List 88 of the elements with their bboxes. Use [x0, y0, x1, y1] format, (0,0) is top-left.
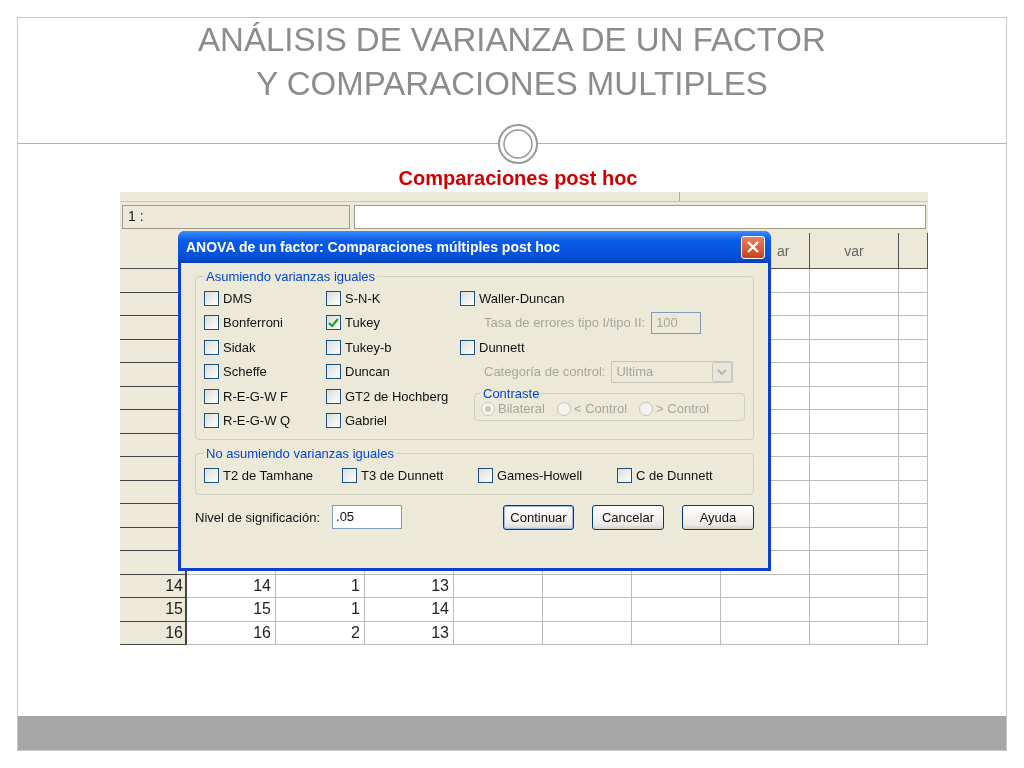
- checkbox[interactable]: [617, 467, 632, 483]
- table-cell: 16: [187, 621, 276, 645]
- table-cell: 1: [276, 574, 365, 598]
- row-number: 15: [120, 598, 187, 622]
- slide-title: ANÁLISIS DE VARIANZA DE UN FACTOR: [198, 20, 826, 60]
- table-cell: [899, 292, 928, 316]
- table-cell: [899, 480, 928, 504]
- checkbox-label: Tukey: [345, 315, 380, 331]
- checkbox[interactable]: [460, 339, 475, 355]
- checkbox-label: Scheffe: [223, 364, 267, 380]
- dialog-button[interactable]: Continuar: [503, 504, 574, 530]
- table-cell: [899, 527, 928, 551]
- checkbox[interactable]: [204, 388, 219, 404]
- table-cell: [899, 410, 928, 434]
- checkbox[interactable]: [326, 364, 341, 380]
- slide-title: Y COMPARACIONES MULTIPLES: [256, 64, 768, 104]
- table-cell: [899, 574, 928, 598]
- field-label: Tasa de errores tipo I/tipo II:: [484, 315, 646, 331]
- field-label: Categoría de control:: [484, 364, 606, 380]
- table-cell: 1: [276, 598, 365, 622]
- slide-subtitle: Comparaciones post hoc: [398, 166, 638, 190]
- checkbox-label: Duncan: [345, 364, 390, 380]
- table-cell: 14: [365, 598, 454, 622]
- table-cell: [899, 386, 928, 410]
- checkbox-label: Waller-Duncan: [479, 290, 565, 306]
- checkbox[interactable]: [326, 388, 341, 404]
- checkbox[interactable]: [204, 467, 219, 483]
- checkbox-label: R-E-G-W F: [223, 388, 288, 404]
- checkbox-label: Sidak: [223, 339, 256, 355]
- radio-label: > Control: [656, 401, 710, 416]
- cell-reference: 1 :: [122, 205, 350, 229]
- checkbox[interactable]: [478, 467, 493, 483]
- table-cell: [899, 363, 928, 387]
- table-cell: 13: [365, 621, 454, 645]
- cell-editor-field[interactable]: [354, 205, 926, 229]
- close-button[interactable]: [741, 235, 765, 259]
- table-cell: [899, 269, 928, 293]
- table-cell: 2: [276, 621, 365, 645]
- checkbox-label: T2 de Tamhane: [223, 467, 314, 483]
- checkbox-label: Dunnett: [479, 339, 525, 355]
- table-cell: [899, 504, 928, 528]
- checkbox[interactable]: [326, 315, 341, 331]
- radio-label: Bilateral: [498, 401, 545, 416]
- checkbox-label: R-E-G-W Q: [223, 413, 291, 429]
- checkbox[interactable]: [204, 364, 219, 380]
- table-cell: [899, 621, 928, 645]
- table-cell: [899, 316, 928, 340]
- group-label: Contraste: [482, 386, 541, 401]
- checkbox-label: DMS: [223, 290, 252, 306]
- checkbox-label: GT2 de Hochberg: [345, 388, 449, 404]
- table-cell: 15: [187, 598, 276, 622]
- table-cell: [899, 339, 928, 363]
- table-cell: [899, 433, 928, 457]
- checkbox[interactable]: [204, 290, 219, 306]
- row-number: 16: [120, 621, 187, 645]
- checkbox-label: Gabriel: [345, 413, 387, 429]
- checkbox-label: Bonferroni: [223, 315, 283, 331]
- table-cell: [899, 598, 928, 622]
- table-cell: 13: [365, 574, 454, 598]
- table-cell: [899, 457, 928, 481]
- column-header: var: [810, 233, 899, 269]
- field-label: Nivel de significación:: [195, 509, 320, 525]
- ring-ornament: [497, 123, 539, 165]
- table-cell: 14: [187, 574, 276, 598]
- window-title: ANOVA de un factor: Comparaciones múltiples post hoc: [186, 239, 562, 255]
- group-label: No asumiendo varianzas iguales: [205, 446, 395, 461]
- checkbox[interactable]: [204, 413, 219, 429]
- checkbox-label: Games-Howell: [497, 467, 583, 483]
- checkbox[interactable]: [326, 413, 341, 429]
- checkbox[interactable]: [204, 315, 219, 331]
- significance-field[interactable]: .05: [332, 505, 402, 529]
- checkbox[interactable]: [204, 339, 219, 355]
- checkbox-label: Tukey-b: [345, 339, 392, 355]
- dialog-button[interactable]: Cancelar: [592, 504, 664, 530]
- checkbox[interactable]: [326, 339, 341, 355]
- checkbox[interactable]: [326, 290, 341, 306]
- radio-label: < Control: [573, 401, 628, 416]
- check-icon: [328, 317, 339, 328]
- close-icon: [747, 241, 759, 253]
- dialog-button[interactable]: Ayuda: [682, 504, 754, 530]
- group-label: Asumiendo varianzas iguales: [205, 269, 377, 284]
- checkbox-label: C de Dunnett: [636, 467, 713, 483]
- checkbox[interactable]: [342, 467, 357, 483]
- row-number: 14: [120, 574, 187, 598]
- checkbox[interactable]: [460, 290, 475, 306]
- checkbox-label: S-N-K: [345, 290, 381, 306]
- checkbox-label: T3 de Dunnett: [361, 467, 444, 483]
- table-cell: [899, 551, 928, 575]
